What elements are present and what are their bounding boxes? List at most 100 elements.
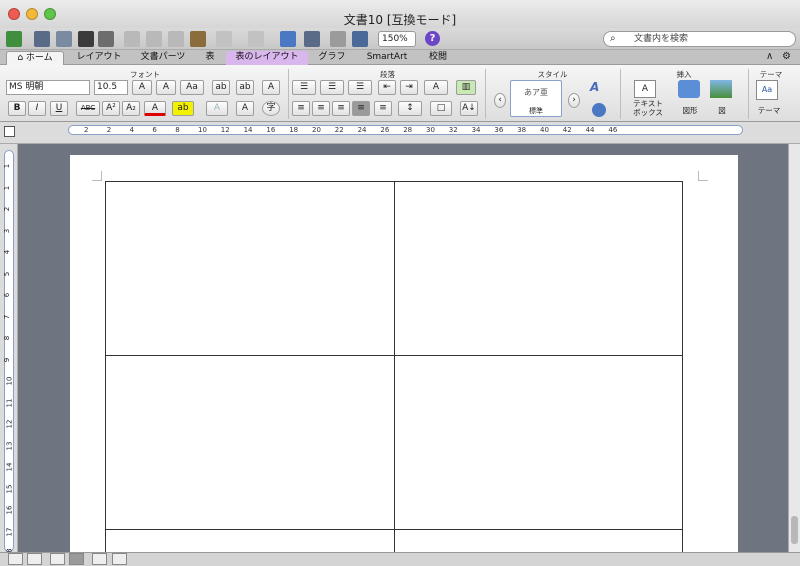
ruler-tick: 14 xyxy=(243,126,253,134)
font-color-button[interactable]: A xyxy=(144,101,166,116)
shapes-icon[interactable] xyxy=(678,80,700,98)
vertical-scrollbar[interactable] xyxy=(788,144,800,552)
character-shading-button[interactable]: A xyxy=(236,101,254,116)
font-name-field[interactable]: MS 明朝 xyxy=(6,80,90,95)
borders-button[interactable]: □ xyxy=(430,101,452,116)
bold-button[interactable]: B xyxy=(8,101,26,116)
change-case-button[interactable]: Aa xyxy=(180,80,204,95)
table-cell[interactable] xyxy=(105,181,395,356)
notebook-view-button[interactable] xyxy=(92,553,107,565)
scrollbar-thumb[interactable] xyxy=(791,516,798,544)
home-icon: ⌂ xyxy=(17,53,26,63)
picture-label[interactable]: 図 xyxy=(708,105,736,116)
tab-layout[interactable]: レイアウト xyxy=(70,51,128,65)
multilevel-list-button[interactable]: ☰ xyxy=(348,80,372,95)
media-browser-icon[interactable] xyxy=(352,31,368,47)
tab-review[interactable]: 校閲 xyxy=(420,51,456,65)
full-screen-view-button[interactable] xyxy=(112,553,127,565)
subscript-button[interactable]: A₂ xyxy=(122,101,140,116)
character-border-button[interactable]: A xyxy=(262,80,280,95)
collapse-ribbon-icon[interactable]: ∧ xyxy=(766,51,773,62)
draft-view-button[interactable] xyxy=(8,553,23,565)
tab-document-elements[interactable]: 文書パーツ xyxy=(132,51,194,65)
style-prev-button[interactable]: ‹ xyxy=(494,93,506,108)
tab-smartart[interactable]: SmartArt xyxy=(358,51,416,65)
tab-tables[interactable]: 表 xyxy=(198,51,222,65)
strikethrough-button[interactable]: ABC xyxy=(76,101,100,116)
shrink-font-button[interactable]: A xyxy=(156,80,176,95)
style-next-button[interactable]: › xyxy=(568,93,580,108)
undo-icon[interactable] xyxy=(216,31,232,47)
open-icon[interactable] xyxy=(56,31,72,47)
cut-icon[interactable] xyxy=(124,31,140,47)
superscript-button[interactable]: A² xyxy=(102,101,120,116)
view-icon[interactable] xyxy=(304,31,320,47)
table-cell[interactable] xyxy=(394,355,683,530)
redo-icon[interactable] xyxy=(248,31,264,47)
vertical-ruler-tick: 9 xyxy=(3,357,12,362)
sidebar-toggle-icon[interactable] xyxy=(280,31,296,47)
grow-font-button[interactable]: A xyxy=(132,80,152,95)
align-center-button[interactable]: ≡ xyxy=(312,101,330,116)
tab-home[interactable]: ⌂ ホーム xyxy=(6,51,64,65)
ruler-tick: 16 xyxy=(266,126,276,134)
copy-icon[interactable] xyxy=(146,31,162,47)
distributed-button[interactable]: ≡ xyxy=(374,101,392,116)
text-effects-button[interactable]: A xyxy=(206,101,228,116)
styles-pane-icon[interactable]: A xyxy=(590,80,610,96)
decrease-indent-button[interactable]: ⇤ xyxy=(378,80,396,95)
table-cell[interactable] xyxy=(105,355,395,530)
ribbon-tabs: ⌂ ホーム レイアウト 文書パーツ 表 表のレイアウト グラフ SmartArt… xyxy=(0,50,800,65)
vertical-ruler-tick: 13 xyxy=(5,441,14,450)
gear-icon[interactable]: ⚙ xyxy=(782,51,791,62)
style-gallery-item[interactable]: あア亜 標準 xyxy=(510,80,562,117)
divider xyxy=(748,69,749,119)
sort-button[interactable]: A↓ xyxy=(460,101,478,116)
phonetic-guide-button[interactable]: ab xyxy=(236,80,254,95)
font-size-field[interactable]: 10.5 xyxy=(94,80,128,95)
numbering-button[interactable]: ☰ xyxy=(320,80,344,95)
toolbox-icon[interactable] xyxy=(330,31,346,47)
vertical-ruler-tick: 1 xyxy=(3,163,12,169)
bullets-button[interactable]: ☰ xyxy=(292,80,316,95)
paste-icon[interactable] xyxy=(168,31,184,47)
shapes-label[interactable]: 図形 xyxy=(676,105,704,116)
text-direction-button[interactable]: A xyxy=(424,80,448,95)
ruler-tick: 36 xyxy=(494,126,504,134)
vertical-ruler-tick: 16 xyxy=(5,505,14,515)
increase-indent-button[interactable]: ⇥ xyxy=(400,80,418,95)
picture-icon[interactable] xyxy=(710,80,732,98)
textbox-icon[interactable]: A xyxy=(634,80,656,98)
themes-label[interactable]: テーマ xyxy=(752,105,786,116)
columns-button[interactable]: ▥ xyxy=(456,80,476,95)
new-document-icon[interactable] xyxy=(6,31,22,47)
help-icon[interactable]: ? xyxy=(425,31,440,46)
italic-button[interactable]: I xyxy=(28,101,46,116)
document-page[interactable] xyxy=(70,155,738,566)
table-cell[interactable] xyxy=(394,181,683,356)
style-name: 標準 xyxy=(529,107,543,115)
themes-icon[interactable]: Aa xyxy=(756,80,778,100)
style-inspector-icon[interactable] xyxy=(592,103,606,117)
outline-view-button[interactable] xyxy=(27,553,42,565)
justify-button[interactable]: ≡ xyxy=(352,101,370,116)
textbox-label[interactable]: テキスト ボックス xyxy=(626,99,670,117)
format-painter-icon[interactable] xyxy=(190,31,206,47)
zoom-select[interactable]: 150% xyxy=(378,31,416,47)
tab-table-layout[interactable]: 表のレイアウト xyxy=(226,51,308,65)
print-layout-view-button[interactable] xyxy=(69,553,84,565)
highlight-button[interactable]: ab xyxy=(172,101,194,116)
tab-charts[interactable]: グラフ xyxy=(312,51,352,65)
search-input[interactable]: 文書内を検索 xyxy=(603,31,796,47)
tab-selector-icon[interactable] xyxy=(4,126,15,137)
clear-formatting-button[interactable]: ab xyxy=(212,80,230,95)
line-spacing-button[interactable]: ↕ xyxy=(398,101,422,116)
align-left-button[interactable]: ≡ xyxy=(292,101,310,116)
align-right-button[interactable]: ≡ xyxy=(332,101,350,116)
underline-button[interactable]: U xyxy=(50,101,68,116)
publishing-view-button[interactable] xyxy=(50,553,65,565)
save-icon[interactable] xyxy=(78,31,94,47)
print-icon[interactable] xyxy=(98,31,114,47)
gallery-icon[interactable] xyxy=(34,31,50,47)
enclose-characters-button[interactable]: 字 xyxy=(262,101,280,116)
